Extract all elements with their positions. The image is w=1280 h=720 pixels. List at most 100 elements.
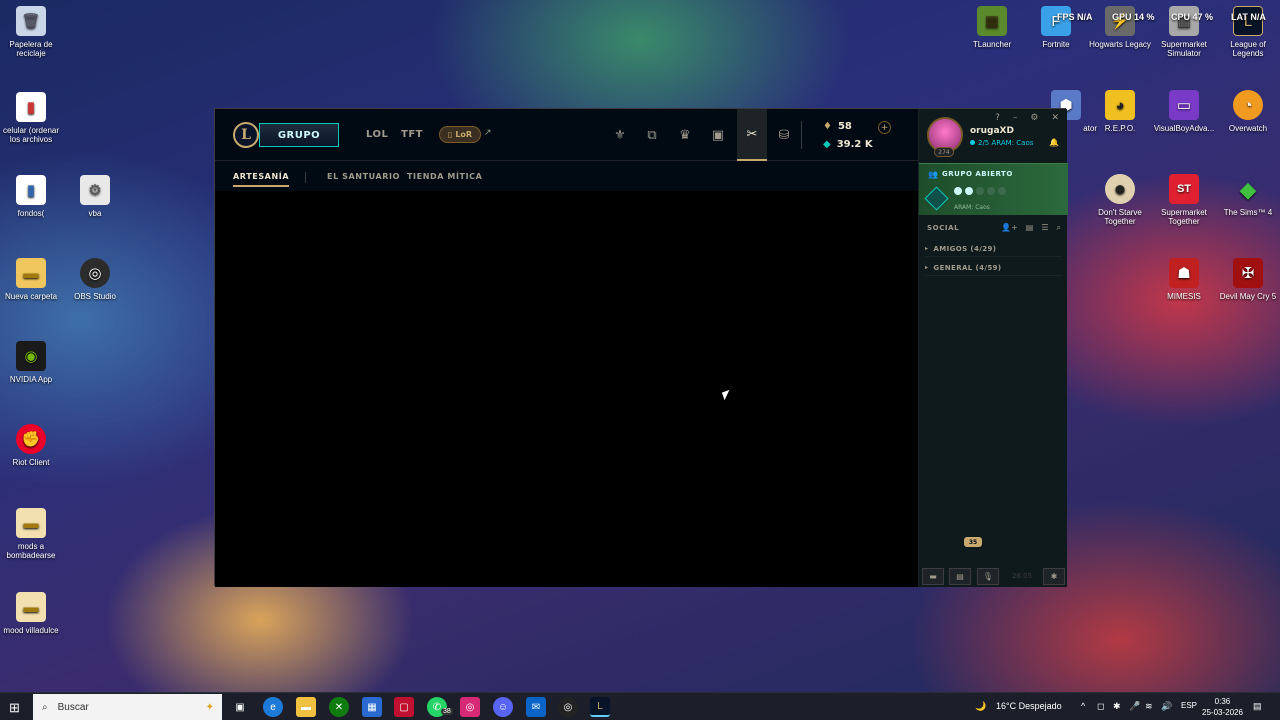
ranked-icon[interactable]: ♛	[674, 124, 696, 146]
desktop-icon-dst[interactable]: ☻ Don't Starve Together	[1089, 174, 1151, 226]
desktop-icon-repo[interactable]: ◕ R.E.P.O.	[1089, 90, 1151, 133]
microphone-icon[interactable]: 🎤	[1129, 701, 1140, 712]
desktop-icon-riot[interactable]: ✊ Riot Client	[0, 424, 62, 467]
instagram-icon[interactable]: ◎	[460, 697, 480, 717]
tab-artesania[interactable]: ARTESANÍA	[233, 172, 290, 187]
add-rp-button[interactable]: +	[878, 121, 891, 134]
collection-icon[interactable]: ⧉	[641, 124, 663, 146]
party-slot-filled	[954, 187, 962, 195]
file-explorer-icon[interactable]: ▬	[296, 697, 316, 717]
minimize-icon[interactable]: –	[1013, 113, 1018, 123]
desktop-icon-supermarket-together[interactable]: ST Supermarket Together	[1153, 174, 1215, 226]
tft-icon[interactable]: ⚜	[609, 124, 631, 146]
add-friend-icon[interactable]: 👤+	[1001, 223, 1018, 233]
task-view-icon[interactable]: ▣	[230, 697, 250, 717]
tray-app-icon[interactable]: ◻	[1097, 701, 1104, 712]
desktop-icon-mimesis[interactable]: ☗ MIMESIS	[1153, 258, 1215, 301]
bluetooth-icon[interactable]: ✱	[1113, 701, 1121, 712]
clock-date: 25-03-2026	[1202, 708, 1243, 717]
desktop-icon-label: Fortnite	[1042, 40, 1070, 49]
edge-icon[interactable]: e	[263, 697, 283, 717]
bug-report-icon[interactable]: ✱	[1043, 568, 1065, 585]
search-box[interactable]: ⌕ Buscar ✦	[33, 694, 222, 720]
tray-expand-icon[interactable]: ^	[1081, 701, 1085, 711]
whatsapp-badge: 38	[441, 708, 453, 715]
add-folder-icon[interactable]: ▤	[1026, 223, 1034, 233]
lor-launch-button[interactable]: ▯ LoR	[439, 126, 481, 143]
xbox-icon[interactable]: ✕	[329, 697, 349, 717]
blue-essence-balance[interactable]: ♦ 58	[823, 121, 852, 132]
desktop-icon-recycle-bin[interactable]: 🗑 Papelera de reciclaje	[0, 6, 62, 58]
desktop-icon-label: Don't Starve Together	[1098, 208, 1142, 226]
start-button-icon[interactable]: ⊞	[9, 700, 20, 716]
missions-icon[interactable]: ▤	[949, 568, 971, 585]
friend-group-amigos[interactable]: ▸ AMIGOS (4/29)	[925, 241, 1062, 257]
desktop-icon-celular[interactable]: ▮ celular (ordenar los archivos	[0, 92, 62, 144]
party-icon: 👥	[928, 170, 938, 179]
store-icon[interactable]: ⛁	[773, 124, 795, 146]
desktop-icon-vba-emulator[interactable]: ▭ VisualBoyAdva...	[1153, 90, 1215, 133]
tab-el-santuario[interactable]: EL SANTUARIO	[327, 172, 400, 181]
desktop-icon-nueva-carpeta[interactable]: ▬ Nueva carpeta	[0, 258, 62, 301]
notifications-bell-icon[interactable]: 🔔	[1049, 138, 1059, 147]
close-icon[interactable]: ✕	[1051, 113, 1059, 123]
desktop-icon-label: OBS Studio	[74, 292, 116, 301]
dst-icon: ☻	[1105, 174, 1135, 204]
desktop-icon-sims[interactable]: ◆ The Sims™ 4	[1217, 174, 1279, 217]
system-clock[interactable]: 0:36 25-03-2026	[1202, 696, 1243, 718]
obs-taskbar-icon[interactable]: ◎	[558, 697, 578, 717]
help-icon[interactable]: ?	[995, 113, 1000, 123]
open-party-card[interactable]: 👥 GRUPO ABIERTO ARAM: Caos	[919, 163, 1068, 215]
riot-client-taskbar-icon[interactable]: ▢	[394, 697, 414, 717]
desktop-icon-overwatch[interactable]: ◔ Overwatch	[1217, 90, 1279, 133]
wifi-icon[interactable]: ≋	[1145, 701, 1153, 712]
outlook-icon[interactable]: ✉	[526, 697, 546, 717]
crafting-icon[interactable]: ✂	[737, 109, 767, 161]
desktop-icon-label: MIMESIS	[1167, 292, 1201, 301]
desktop-icon-vba[interactable]: ⚙ vba	[64, 175, 126, 218]
desktop-icon-obs[interactable]: ◎ OBS Studio	[64, 258, 126, 301]
external-link-icon: ↗	[484, 128, 492, 138]
desktop-icon-mood[interactable]: ▬ mood villadulce	[0, 592, 62, 635]
weather-text[interactable]: 16°C Despejado	[996, 701, 1062, 711]
desktop-icon-tlauncher[interactable]: ▦ TLauncher	[961, 6, 1023, 49]
league-logo-icon[interactable]: L	[233, 122, 259, 148]
online-dot-icon	[970, 140, 975, 145]
presence-status[interactable]: 2/5 ARAM: Caos	[970, 139, 1033, 147]
chevron-right-icon: ▸	[925, 264, 929, 271]
cpu-readout: CPU 47 %	[1171, 12, 1214, 22]
recycle-bin-icon: 🗑	[16, 6, 46, 36]
mouse-cursor-icon	[721, 389, 733, 401]
folder-icon: ▬	[16, 258, 46, 288]
desktop-icon-fondos[interactable]: ▮ fondos(	[0, 175, 62, 218]
desktop-icon-label: League of Legends	[1230, 40, 1266, 58]
mimesis-icon: ☗	[1169, 258, 1199, 288]
discord-icon[interactable]: ☺	[493, 697, 513, 717]
desktop-icon-mods[interactable]: ▬ mods a bombadearse	[0, 508, 62, 560]
tab-divider	[305, 172, 306, 183]
nav-link-tft[interactable]: TFT	[401, 129, 423, 140]
desktop-icon-nvidia[interactable]: ◉ NVIDIA App	[0, 341, 62, 384]
chevron-right-icon: ▸	[925, 245, 929, 252]
tab-tienda-mitica[interactable]: TIENDA MÍTICA	[407, 172, 482, 181]
volume-icon[interactable]: 🔊	[1161, 701, 1172, 712]
chat-bubble-icon[interactable]: ▬	[922, 568, 944, 585]
notifications-icon[interactable]: ▤	[1253, 701, 1262, 712]
list-view-icon[interactable]: ☰	[1041, 223, 1048, 233]
nav-link-lol[interactable]: LOL	[366, 129, 388, 140]
settings-gear-icon[interactable]: ⚙	[1030, 113, 1038, 123]
party-play-button[interactable]: GRUPO	[259, 123, 339, 147]
latency-readout: LAT N/A	[1231, 12, 1266, 22]
desktop-icon-label: mods a bombadearse	[6, 542, 56, 560]
league-taskbar-icon[interactable]: L	[590, 697, 610, 717]
language-indicator[interactable]: ESP	[1181, 701, 1197, 710]
loot-icon[interactable]: ▣	[707, 124, 729, 146]
microsoft-store-icon[interactable]: ▦	[362, 697, 382, 717]
rp-balance[interactable]: ◆ 39.2 K	[823, 139, 873, 150]
lor-label: LoR	[455, 130, 473, 139]
friend-group-general[interactable]: ▸ GENERAL (4/59)	[925, 260, 1062, 276]
search-icon[interactable]: ⌕	[1057, 223, 1061, 233]
voice-mic-icon[interactable]: 🎙	[977, 568, 999, 585]
desktop-icon-dmc[interactable]: ✠ Devil May Cry 5	[1217, 258, 1279, 301]
dmc-icon: ✠	[1233, 258, 1263, 288]
